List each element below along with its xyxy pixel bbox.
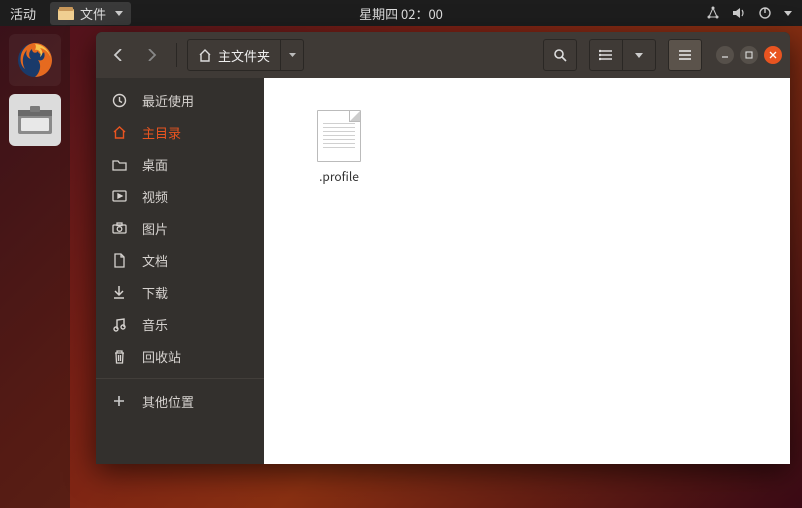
path-bar[interactable]: 主文件夹	[187, 39, 304, 71]
clock-icon	[110, 93, 128, 108]
back-button[interactable]	[104, 40, 132, 70]
list-view-icon	[599, 49, 613, 61]
network-icon[interactable]	[706, 6, 720, 20]
maximize-button[interactable]	[740, 46, 758, 64]
activities-button[interactable]: 活动	[10, 4, 36, 23]
camera-icon	[110, 222, 128, 234]
download-icon	[110, 285, 128, 300]
sidebar-item-label: 其他位置	[142, 392, 194, 411]
files-launcher[interactable]	[9, 94, 61, 146]
sidebar-item-download[interactable]: 下载	[96, 276, 264, 308]
close-button[interactable]	[764, 46, 782, 64]
sidebar-item-video[interactable]: 视频	[96, 180, 264, 212]
sidebar-item-label: 主目录	[142, 123, 181, 142]
minimize-button[interactable]	[716, 46, 734, 64]
app-menu-label: 文件	[80, 4, 106, 23]
plus-icon	[110, 394, 128, 408]
app-menu[interactable]: 文件	[50, 2, 131, 25]
sidebar-item-label: 文档	[142, 251, 168, 270]
sidebar-item-label: 桌面	[142, 155, 168, 174]
sidebar-item-label: 最近使用	[142, 91, 194, 110]
file-name-label: .profile	[296, 168, 382, 185]
search-icon	[553, 48, 567, 62]
power-icon[interactable]	[758, 6, 772, 20]
firefox-icon	[15, 40, 55, 80]
hamburger-icon	[678, 49, 692, 61]
view-options-button[interactable]	[623, 39, 656, 71]
sidebar-item-music[interactable]: 音乐	[96, 308, 264, 340]
chevron-down-icon	[289, 53, 296, 57]
text-file-icon	[317, 110, 361, 162]
search-button[interactable]	[543, 39, 577, 71]
titlebar[interactable]: 主文件夹	[96, 32, 790, 78]
firefox-launcher[interactable]	[9, 34, 61, 86]
forward-button[interactable]	[138, 40, 166, 70]
clock[interactable]: 星期四 02：00	[359, 4, 443, 23]
music-icon	[110, 317, 128, 332]
files-app-icon	[58, 6, 74, 20]
sidebar-item-clock[interactable]: 最近使用	[96, 84, 264, 116]
sidebar-item-label: 回收站	[142, 347, 181, 366]
sidebar-item-camera[interactable]: 图片	[96, 212, 264, 244]
breadcrumb-home[interactable]: 主文件夹	[188, 40, 280, 70]
chevron-down-icon	[115, 11, 123, 16]
volume-icon[interactable]	[732, 6, 746, 20]
file-manager-window: 主文件夹 最近使用主目录桌面视频图片文档下载音乐回收站	[96, 32, 790, 464]
folder-icon	[110, 158, 128, 171]
breadcrumb-menu[interactable]	[280, 40, 303, 70]
sidebar-item-label: 图片	[142, 219, 168, 238]
sidebar-item-folder[interactable]: 桌面	[96, 148, 264, 180]
sidebar-item-label: 下载	[142, 283, 168, 302]
sidebar-other-locations[interactable]: 其他位置	[96, 385, 264, 417]
file-manager-icon	[16, 104, 54, 136]
file-view[interactable]: .profile	[264, 78, 790, 464]
video-icon	[110, 190, 128, 202]
trash-icon	[110, 349, 128, 364]
top-panel: 活动 文件 星期四 02：00	[0, 0, 802, 26]
launcher	[0, 26, 70, 508]
chevron-down-icon	[635, 53, 643, 58]
sidebar-item-label: 音乐	[142, 315, 168, 334]
hamburger-menu-button[interactable]	[668, 39, 702, 71]
breadcrumb-label: 主文件夹	[218, 46, 270, 65]
file-item[interactable]: .profile	[296, 110, 382, 185]
sidebar: 最近使用主目录桌面视频图片文档下载音乐回收站 其他位置	[96, 78, 264, 464]
home-icon	[110, 125, 128, 139]
chevron-down-icon[interactable]	[784, 11, 792, 16]
desktop: 活动 文件 星期四 02：00	[0, 0, 802, 508]
sidebar-item-home[interactable]: 主目录	[96, 116, 264, 148]
sidebar-item-label: 视频	[142, 187, 168, 206]
list-view-button[interactable]	[589, 39, 623, 71]
doc-icon	[110, 253, 128, 268]
home-icon	[198, 49, 212, 62]
sidebar-item-doc[interactable]: 文档	[96, 244, 264, 276]
sidebar-item-trash[interactable]: 回收站	[96, 340, 264, 372]
